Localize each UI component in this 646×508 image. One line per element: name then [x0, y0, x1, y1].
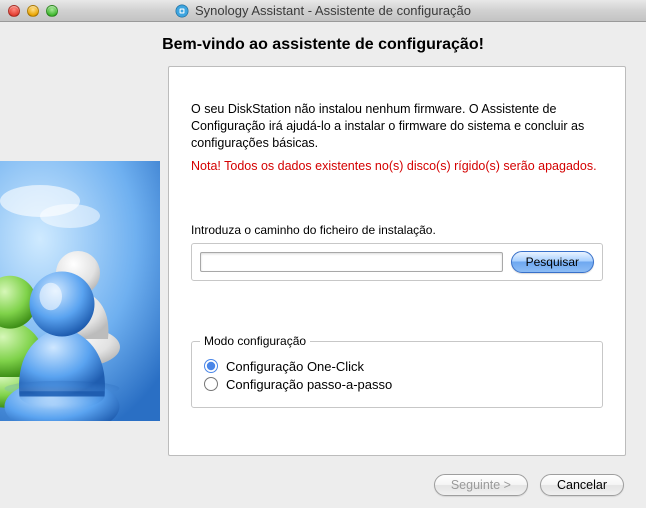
mode-fieldset: Modo configuração Configuração One-Click…	[191, 341, 603, 408]
page-title: Bem-vindo ao assistente de configuração!	[0, 36, 646, 54]
close-icon[interactable]	[8, 5, 20, 17]
cancel-button[interactable]: Cancelar	[540, 474, 624, 496]
path-input-row: Pesquisar	[191, 243, 603, 281]
app-icon	[175, 4, 189, 18]
main-row: O seu DiskStation não instalou nenhum fi…	[0, 66, 646, 456]
intro-text: O seu DiskStation não instalou nenhum fi…	[191, 101, 603, 152]
window-title-wrap: Synology Assistant - Assistente de confi…	[0, 3, 646, 18]
warning-text: Nota! Todos os dados existentes no(s) di…	[191, 158, 603, 175]
window-title: Synology Assistant - Assistente de confi…	[195, 3, 471, 18]
window-body: Bem-vindo ao assistente de configuração!	[0, 22, 646, 508]
zoom-icon[interactable]	[46, 5, 58, 17]
radio-one-click-label: Configuração One-Click	[226, 359, 364, 374]
radio-step-label: Configuração passo-a-passo	[226, 377, 392, 392]
radio-step-input[interactable]	[204, 377, 218, 391]
next-button[interactable]: Seguinte >	[434, 474, 528, 496]
content-panel: O seu DiskStation não instalou nenhum fi…	[168, 66, 626, 456]
wizard-side-image	[0, 126, 160, 456]
titlebar: Synology Assistant - Assistente de confi…	[0, 0, 646, 22]
minimize-icon[interactable]	[27, 5, 39, 17]
traffic-lights	[0, 5, 58, 17]
install-path-input[interactable]	[200, 252, 503, 272]
wizard-graphic-icon	[0, 161, 160, 421]
footer-buttons: Seguinte > Cancelar	[434, 474, 624, 496]
mode-legend: Modo configuração	[200, 334, 310, 348]
path-label: Introduza o caminho do ficheiro de insta…	[191, 223, 603, 237]
radio-one-click-input[interactable]	[204, 359, 218, 373]
browse-button[interactable]: Pesquisar	[511, 251, 594, 273]
radio-step-by-step[interactable]: Configuração passo-a-passo	[204, 377, 590, 392]
radio-one-click[interactable]: Configuração One-Click	[204, 359, 590, 374]
